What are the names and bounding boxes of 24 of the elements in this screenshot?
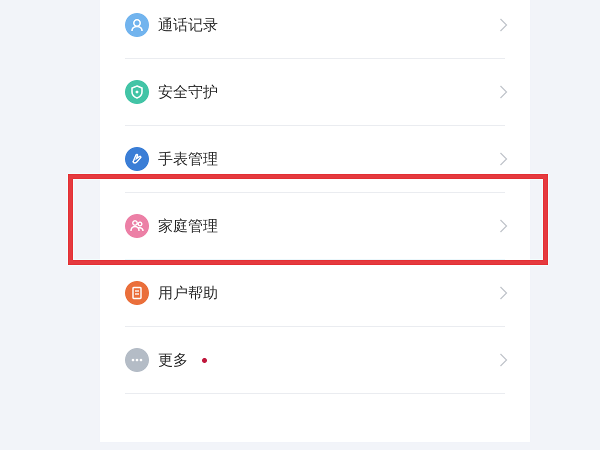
more-icon <box>125 348 149 372</box>
menu-label: 通话记录 <box>158 14 218 36</box>
menu-item[interactable]: 安全守护 <box>125 59 505 126</box>
people-icon <box>125 214 149 238</box>
hand-icon <box>125 147 149 171</box>
menu-label: 更多 <box>158 350 188 371</box>
menu-item[interactable]: 更多 <box>125 327 505 394</box>
chevron-right-icon <box>499 152 508 166</box>
chevron-right-icon <box>499 18 508 32</box>
menu-item[interactable]: 家庭管理 <box>125 193 505 260</box>
shield-icon <box>125 80 149 104</box>
menu-label: 用户帮助 <box>158 282 218 304</box>
chevron-right-icon <box>499 85 508 99</box>
menu-label: 家庭管理 <box>158 216 218 237</box>
menu-label: 手表管理 <box>158 148 218 170</box>
document-icon <box>125 281 149 305</box>
chevron-right-icon <box>499 286 508 300</box>
menu-item[interactable]: 手表管理 <box>125 126 505 193</box>
menu-label: 安全守护 <box>158 82 218 103</box>
chevron-right-icon <box>499 353 508 367</box>
person-icon <box>125 13 149 37</box>
menu-item[interactable]: 通话记录 <box>125 0 505 59</box>
chevron-right-icon <box>499 219 508 233</box>
menu-item[interactable]: 用户帮助 <box>125 260 505 327</box>
